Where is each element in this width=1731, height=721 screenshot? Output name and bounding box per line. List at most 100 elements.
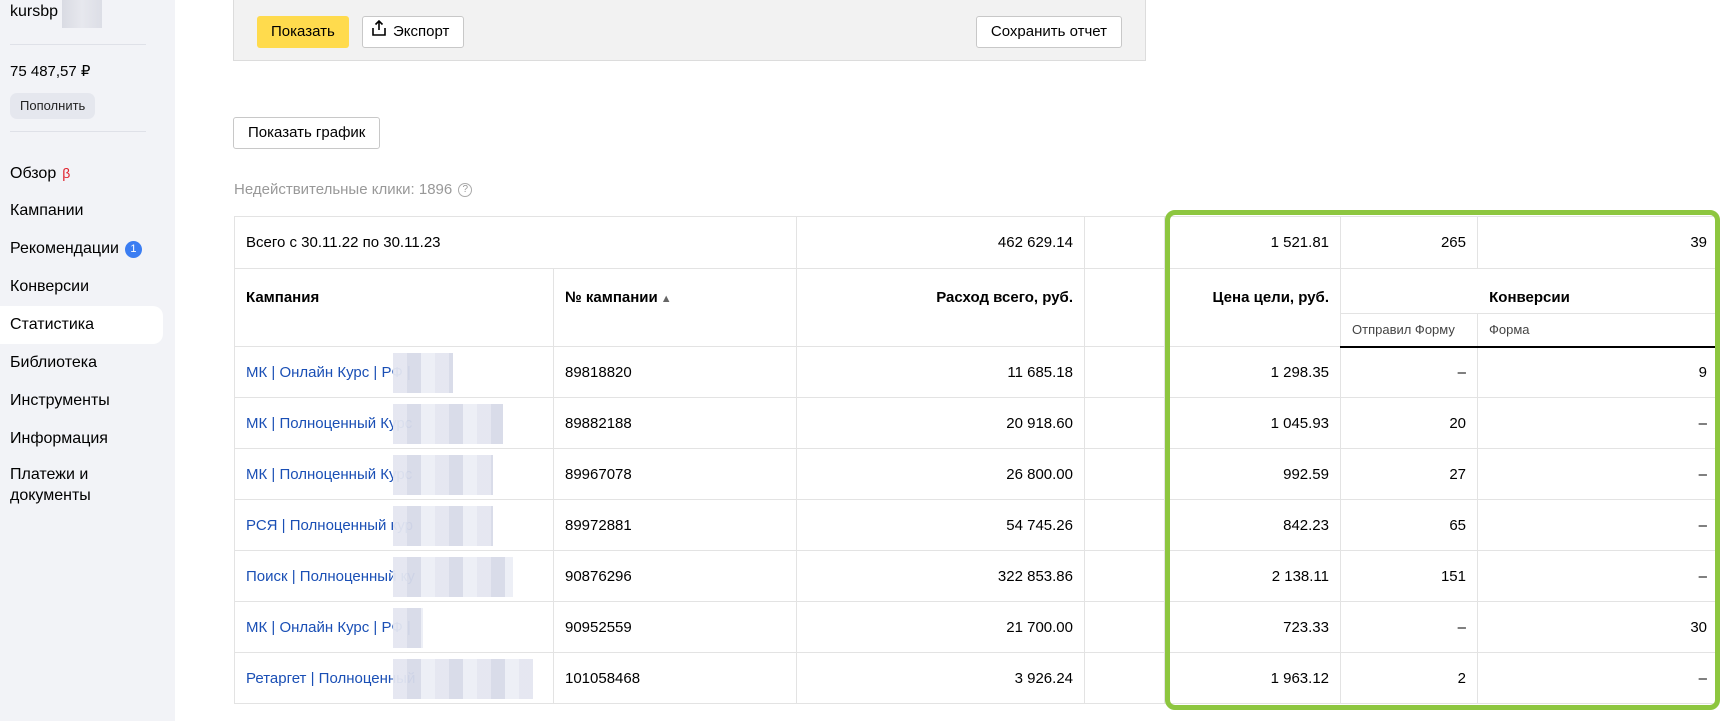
sidebar-item-tools[interactable]: Инструменты xyxy=(0,382,175,420)
redacted-text xyxy=(393,455,493,495)
campaign-link[interactable]: МК | Полноценный Курс xyxy=(234,397,554,449)
help-icon[interactable]: ? xyxy=(458,182,473,197)
total-goal-cost: 1 521.81 xyxy=(1164,216,1341,269)
empty-cell xyxy=(1084,652,1165,704)
spend-cell: 11 685.18 xyxy=(796,346,1085,398)
column-header-campaign[interactable]: Кампания xyxy=(234,268,554,347)
redacted-text xyxy=(393,506,493,546)
table-row: МК | Онлайн Курс | РФ | 90952559 21 700.… xyxy=(234,601,1719,653)
campaign-id: 89972881 xyxy=(553,499,797,551)
table-row: МК | Полноценный Курс 89882188 20 918.60… xyxy=(234,397,1719,449)
subheader-form-sent[interactable]: Отправил Форму xyxy=(1340,313,1478,348)
form-cell: – xyxy=(1477,499,1719,551)
campaign-id: 89967078 xyxy=(553,448,797,500)
redacted-text xyxy=(393,557,513,597)
spend-cell: 21 700.00 xyxy=(796,601,1085,653)
goal-cost-cell: 1 298.35 xyxy=(1164,346,1341,398)
notification-badge: 1 xyxy=(124,241,142,258)
form-cell: – xyxy=(1477,652,1719,704)
sidebar-item-payments[interactable]: Платежи и документы xyxy=(0,458,175,506)
goal-cost-cell: 992.59 xyxy=(1164,448,1341,500)
total-spend: 462 629.14 xyxy=(796,216,1085,269)
sidebar-item-label: Кампании xyxy=(10,202,84,219)
table-row: Поиск | Полноценный ку 90876296 322 853.… xyxy=(234,550,1719,602)
show-chart-button[interactable]: Показать график xyxy=(233,117,381,149)
sidebar-item-label: Информация xyxy=(10,430,108,447)
form-sent-cell: 27 xyxy=(1340,448,1478,500)
column-header-spend[interactable]: Расход всего, руб. xyxy=(796,268,1085,347)
campaign-name: МК | Онлайн Курс | РФ | xyxy=(246,618,411,636)
campaign-name: РСЯ | Полноценный кур xyxy=(246,516,413,534)
sidebar-item-recommendations[interactable]: Рекомендации 1 xyxy=(0,230,175,268)
campaign-link[interactable]: МК | Полноценный Курс xyxy=(234,448,554,500)
campaign-name: Ретаргет | Полноценный xyxy=(246,669,416,687)
spend-cell: 322 853.86 xyxy=(796,550,1085,602)
sidebar-item-conversions[interactable]: Конверсии xyxy=(0,268,175,306)
form-sent-cell: 151 xyxy=(1340,550,1478,602)
sidebar-item-label: Библиотека xyxy=(10,354,97,371)
sidebar-nav: Обзор β Кампании Рекомендации 1 Конверсии … xyxy=(0,154,175,506)
sidebar: kursbp 75 487,57 ₽ Пополнить Обзор β Камп… xyxy=(0,0,175,721)
sidebar-item-label: Платежи и документы xyxy=(10,466,91,504)
sidebar-item-statistics[interactable]: Статистика xyxy=(0,306,163,344)
form-sent-cell: 65 xyxy=(1340,499,1478,551)
campaign-name: Поиск | Полноценный ку xyxy=(246,567,415,585)
total-form-sent: 265 xyxy=(1340,216,1478,269)
column-header-conversions[interactable]: Конверсии xyxy=(1340,268,1719,314)
column-header-goal-cost[interactable]: Цена цели, руб. xyxy=(1164,268,1341,347)
empty-cell xyxy=(1084,499,1165,551)
account-name[interactable]: kursbp xyxy=(10,3,58,21)
header-row: Кампания № кампании ▲ Расход всего, руб. … xyxy=(234,268,1719,347)
statistics-table: Всего с 30.11.22 по 30.11.23 462 629.14 … xyxy=(234,216,1719,704)
form-sent-cell: – xyxy=(1340,346,1478,398)
form-cell: – xyxy=(1477,397,1719,449)
redacted-text xyxy=(393,353,453,393)
sidebar-item-information[interactable]: Информация xyxy=(0,420,175,458)
sidebar-divider xyxy=(10,44,146,45)
empty-cell xyxy=(1084,448,1165,500)
campaign-link[interactable]: Ретаргет | Полноценный xyxy=(234,652,554,704)
sidebar-item-overview[interactable]: Обзор β xyxy=(0,154,175,192)
campaign-id: 90952559 xyxy=(553,601,797,653)
goal-cost-cell: 2 138.11 xyxy=(1164,550,1341,602)
empty-cell xyxy=(1084,601,1165,653)
sidebar-item-label: Конверсии xyxy=(10,278,90,295)
column-header-campaign-no[interactable]: № кампании ▲ xyxy=(553,268,797,347)
header-label: Кампания xyxy=(246,289,320,306)
sidebar-divider xyxy=(10,131,146,132)
account-name-redacted xyxy=(62,0,102,28)
subheader-form[interactable]: Форма xyxy=(1477,313,1719,348)
header-label: Конверсии xyxy=(1489,289,1570,306)
sidebar-item-label: Рекомендации xyxy=(10,240,119,257)
header-label: Расход всего, руб. xyxy=(936,289,1073,306)
campaign-link[interactable]: РСЯ | Полноценный кур xyxy=(234,499,554,551)
campaign-id: 89818820 xyxy=(553,346,797,398)
export-button[interactable]: Экспорт xyxy=(362,16,465,48)
empty-cell xyxy=(1084,216,1165,269)
total-row: Всего с 30.11.22 по 30.11.23 462 629.14 … xyxy=(234,216,1719,269)
show-button[interactable]: Показать xyxy=(257,16,349,48)
campaign-link[interactable]: МК | Онлайн Курс | РФ | xyxy=(234,346,554,398)
campaign-id: 89882188 xyxy=(553,397,797,449)
sidebar-item-label: Инструменты xyxy=(10,392,110,409)
empty-cell xyxy=(1084,550,1165,602)
campaign-link[interactable]: Поиск | Полноценный ку xyxy=(234,550,554,602)
campaign-link[interactable]: МК | Онлайн Курс | РФ | xyxy=(234,601,554,653)
goal-cost-cell: 1 045.93 xyxy=(1164,397,1341,449)
redacted-text xyxy=(393,608,423,648)
total-form: 39 xyxy=(1477,216,1719,269)
form-sent-cell: 20 xyxy=(1340,397,1478,449)
form-sent-cell: 2 xyxy=(1340,652,1478,704)
export-icon xyxy=(371,17,387,47)
save-report-button[interactable]: Сохранить отчет xyxy=(975,16,1122,48)
sidebar-item-library[interactable]: Библиотека xyxy=(0,344,175,382)
goal-cost-cell: 1 963.12 xyxy=(1164,652,1341,704)
campaign-name: МК | Онлайн Курс | РФ | xyxy=(246,363,411,381)
redacted-text xyxy=(393,404,503,444)
topup-button[interactable]: Пополнить xyxy=(10,93,96,119)
campaign-id: 101058468 xyxy=(553,652,797,704)
empty-cell xyxy=(1084,397,1165,449)
invalid-clicks: Недействительные клики: 1896 ? xyxy=(234,181,473,198)
sidebar-item-campaigns[interactable]: Кампании xyxy=(0,192,175,230)
campaign-id: 90876296 xyxy=(553,550,797,602)
